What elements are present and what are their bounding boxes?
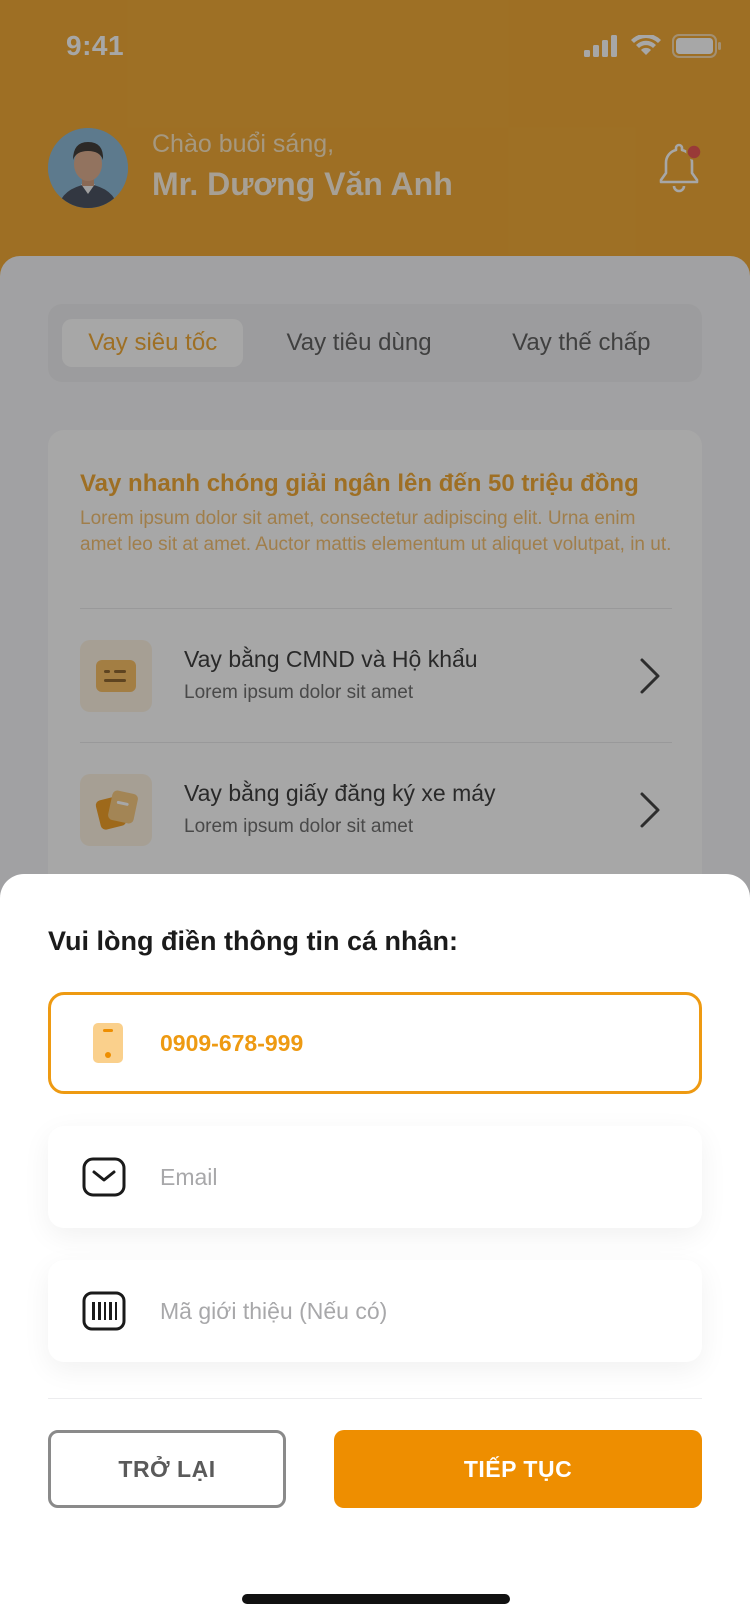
personal-info-sheet: Vui lòng điền thông tin cá nhân: 0909-67… [0, 874, 750, 1624]
mail-icon [82, 1157, 126, 1197]
email-field[interactable] [48, 1126, 702, 1228]
loan-screen: 9:41 Chào buổi sáng, Mr. Dương Văn Anh V… [0, 0, 750, 1624]
divider [48, 1398, 702, 1399]
phone-icon [93, 1023, 123, 1063]
continue-button[interactable]: TIẾP TỤC [334, 1430, 702, 1508]
barcode-icon [82, 1291, 126, 1331]
referral-field[interactable] [48, 1260, 702, 1362]
home-indicator[interactable] [242, 1594, 510, 1604]
phone-input[interactable] [160, 995, 680, 1091]
email-input[interactable] [160, 1126, 680, 1228]
phone-field[interactable] [48, 992, 702, 1094]
back-button[interactable]: TRỞ LẠI [48, 1430, 286, 1508]
sheet-title: Vui lòng điền thông tin cá nhân: [48, 926, 458, 956]
referral-input[interactable] [160, 1260, 680, 1362]
